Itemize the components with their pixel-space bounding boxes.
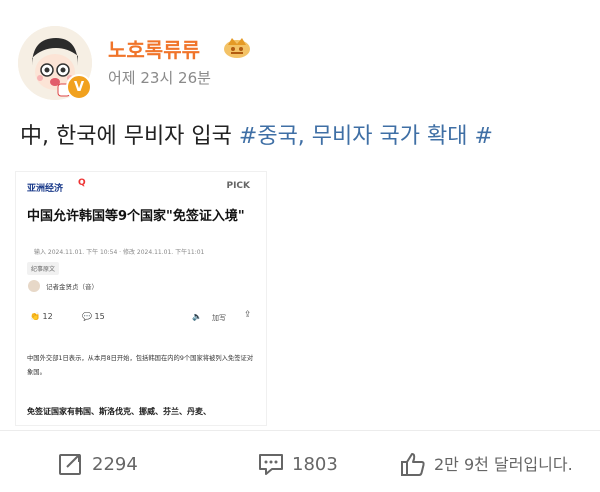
article-like: 👏 12 [30,312,53,321]
article-reporter: 记者金贤贞（音） [46,283,98,291]
comment-button[interactable]: 1803 [258,444,338,484]
comment-count: 1803 [292,453,338,475]
article-body-1: 中国外交部1日表示，从本月8日开始，包括韩国在内的9个国家将被列入免签证对象国。 [27,355,254,376]
pick-label: PICK [226,181,250,191]
speaker-icon: 🔈 [192,312,202,321]
article-screenshot-image[interactable]: 亚洲经济 Q PICK 中国允许韩国等9个国家"免签证入境" 输入 2024.1… [16,172,266,425]
article-comment: 💬 15 [82,312,105,321]
article-source: 亚洲经济 [27,184,64,194]
like-label: 2만 9천 달러입니다. [434,454,573,474]
verified-v-badge: V [66,74,92,100]
post-text: 中, 한국에 무비자 입국 #중국, 무비자 국가 확대 # [20,118,493,150]
hashtag-link[interactable]: #중국, 무비자 국가 확대 # [239,124,493,149]
article-size-label: 加写 [212,314,226,322]
like-button[interactable]: 2만 9천 달러입니다. [400,444,584,484]
article-comment-count: 15 [94,312,105,321]
like-icon [401,453,425,476]
article-meta: 输入 2024.11.01. 下午 10:54 · 修改 2024.11.01.… [34,249,205,256]
share-count: 2294 [92,453,138,475]
external-share-icon: ⇪ [244,310,252,320]
article-like-count: 12 [42,312,53,321]
article-body-2: 免签证国家有韩国、斯洛伐克、挪威、芬兰、丹麦、 [27,407,211,416]
article-chip: 纪事原文 [27,262,60,275]
article-title: 中国允许韩国等9个国家"免签证入境" [27,209,245,224]
emoji-reaction-icon: 👏 [30,312,40,321]
source-logo-icon: Q [78,178,86,188]
post-timestamp: 어제 23시 26분 [108,69,211,87]
action-bar-divider [0,430,600,431]
post-text-prefix: 中, 한국에 무비자 입국 [20,124,239,149]
reporter-avatar [28,280,40,292]
share-icon [59,454,81,475]
username[interactable]: 노호록류류 [108,34,200,63]
comment-bubble-icon: 💬 [82,312,92,321]
share-button[interactable]: 2294 [58,444,138,484]
comment-icon [259,454,283,475]
crown-icon [222,35,252,59]
